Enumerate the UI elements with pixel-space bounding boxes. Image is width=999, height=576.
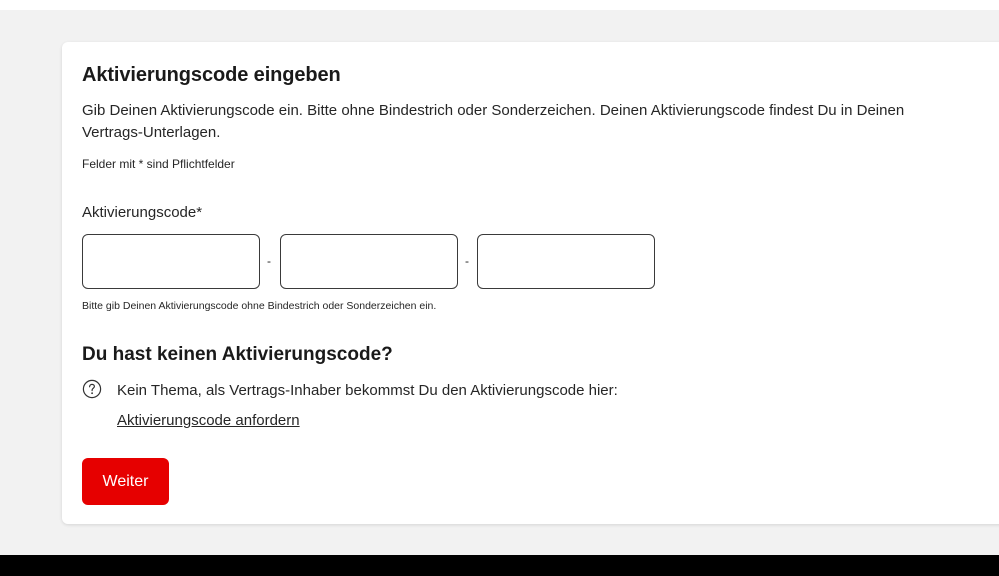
- activation-code-label: Aktivierungscode*: [82, 204, 203, 221]
- question-circle-icon: [82, 379, 102, 399]
- code-separator-1: -: [267, 254, 271, 268]
- footer-bar: [0, 555, 999, 576]
- required-fields-note: Felder mit * sind Pflichtfelder: [82, 157, 235, 171]
- intro-text: Gib Deinen Aktivierungscode ein. Bitte o…: [82, 102, 905, 141]
- activation-code-input-2[interactable]: [280, 234, 458, 289]
- top-strip: [0, 0, 999, 10]
- activation-code-hint: Bitte gib Deinen Aktivierungscode ohne B…: [82, 300, 437, 312]
- no-code-text: Kein Thema, als Vertrags-Inhaber bekomms…: [117, 382, 618, 399]
- page-title: Aktivierungscode eingeben: [82, 64, 341, 86]
- code-separator-2: -: [465, 254, 469, 268]
- activation-code-input-3[interactable]: [477, 234, 655, 289]
- request-activation-code-link[interactable]: Aktivierungscode anfordern: [117, 412, 300, 429]
- activation-card: Aktivierungscode eingeben Gib Deinen Akt…: [62, 42, 999, 524]
- continue-button[interactable]: Weiter: [82, 458, 169, 505]
- no-code-title: Du hast keinen Aktivierungscode?: [82, 344, 393, 365]
- activation-code-input-1[interactable]: [82, 234, 260, 289]
